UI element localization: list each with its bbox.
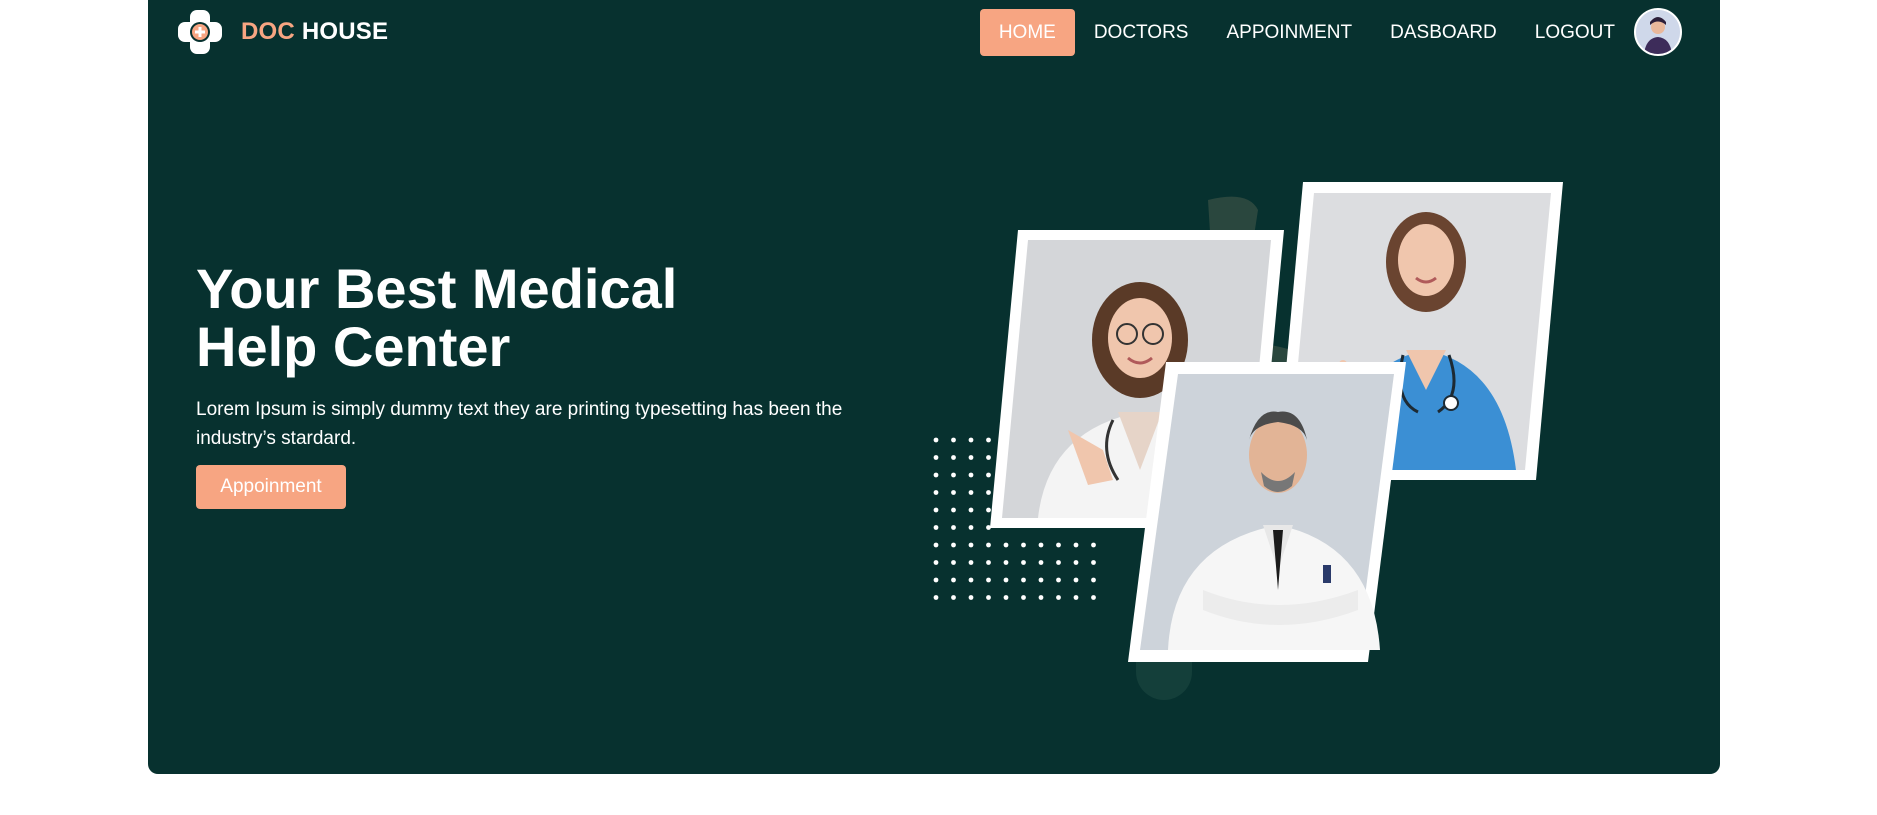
decor-dot (986, 560, 991, 565)
decor-dot (986, 455, 991, 460)
decor-dot (968, 490, 974, 495)
brand-name: DOC HOUSE (241, 18, 388, 46)
hero-section: DOC HOUSE HOME DOCTORS APPOINMENT DASBOA… (148, 0, 1720, 774)
decor-dot (1073, 560, 1079, 565)
nav-doctors[interactable]: DOCTORS (1075, 9, 1208, 56)
decor-dot (951, 525, 956, 530)
decor-dot (968, 542, 974, 548)
decor-dot (1003, 577, 1009, 583)
decor-dot (951, 560, 956, 565)
decor-dot (986, 595, 991, 600)
decor-dot (933, 560, 939, 565)
decor-dot (1091, 577, 1096, 583)
decor-dot (968, 525, 974, 530)
decor-dot (1021, 560, 1026, 565)
decor-dot (951, 490, 956, 495)
decor-dot (1038, 560, 1044, 565)
decor-dot (1073, 542, 1079, 548)
brand-name-house: HOUSE (301, 18, 389, 45)
decor-dot (1003, 595, 1009, 600)
decor-dot (951, 472, 956, 478)
hero-description: Lorem Ipsum is simply dummy text they ar… (196, 399, 843, 449)
nav-appoinment[interactable]: APPOINMENT (1208, 9, 1372, 56)
decor-dot (968, 577, 974, 583)
main-nav: HOME DOCTORS APPOINMENT DASBOARD LOGOUT (979, 8, 1682, 56)
decor-dot (951, 577, 956, 583)
decor-dot (1038, 595, 1044, 600)
user-avatar-graphic (1636, 10, 1680, 54)
decor-dot (986, 577, 991, 583)
decor-dot (1003, 560, 1009, 565)
decor-dot (933, 490, 939, 495)
decor-dot (933, 525, 939, 530)
decor-dot (968, 560, 974, 565)
decor-dot (986, 542, 991, 548)
doctors-collage (933, 182, 1563, 700)
hero-title-line1: Your Best Medical (196, 257, 678, 320)
decor-dot (933, 455, 939, 460)
decor-dot (1056, 595, 1061, 600)
user-avatar-icon[interactable] (1634, 8, 1682, 56)
appointment-button[interactable]: Appoinment (196, 465, 346, 509)
brand-name-doc: DOC (241, 18, 295, 45)
decor-dot (951, 437, 956, 443)
decor-dot (968, 595, 974, 600)
decor-dot (1021, 542, 1026, 548)
decor-dot (933, 542, 939, 548)
decor-dot (933, 507, 939, 513)
hero-title-line2: Help Center (196, 315, 511, 378)
decor-dot (1056, 560, 1061, 565)
decor-dot (1073, 577, 1079, 583)
decor-dot (986, 472, 991, 478)
decor-dot (1038, 577, 1044, 583)
decor-dot (951, 455, 956, 460)
decor-dot (951, 507, 956, 513)
decor-dot (933, 437, 939, 443)
nav-logout[interactable]: LOGOUT (1516, 9, 1634, 56)
nav-dasboard[interactable]: DASBOARD (1371, 9, 1516, 56)
decor-dot (986, 437, 991, 443)
decor-dot (1038, 542, 1044, 548)
decor-dot (968, 455, 974, 460)
decor-dot (1056, 542, 1061, 548)
decor-dot (1003, 542, 1009, 548)
decor-dot (933, 595, 939, 600)
decor-dot (1056, 577, 1061, 583)
decor-dot (968, 472, 974, 478)
hero-title: Your Best Medical Help Center (196, 260, 796, 376)
decor-dot (933, 577, 939, 583)
brand-logo[interactable]: DOC HOUSE (176, 8, 388, 56)
decor-dot (1091, 560, 1096, 565)
decor-dot (1091, 595, 1096, 600)
decor-dot (968, 437, 974, 443)
decor-dot (1073, 595, 1079, 600)
decor-dot (968, 507, 974, 513)
decor-dot (951, 542, 956, 548)
decor-dot (1091, 542, 1096, 548)
doctor-photo-male-doctor (1128, 362, 1406, 662)
decor-dot (933, 472, 939, 478)
decor-dot (986, 507, 991, 513)
medical-cross-icon (178, 10, 222, 54)
decor-dot (1021, 577, 1026, 583)
decor-dot (951, 595, 956, 600)
nav-home[interactable]: HOME (979, 8, 1075, 56)
decor-dot (1021, 595, 1026, 600)
decor-dot (986, 490, 991, 495)
